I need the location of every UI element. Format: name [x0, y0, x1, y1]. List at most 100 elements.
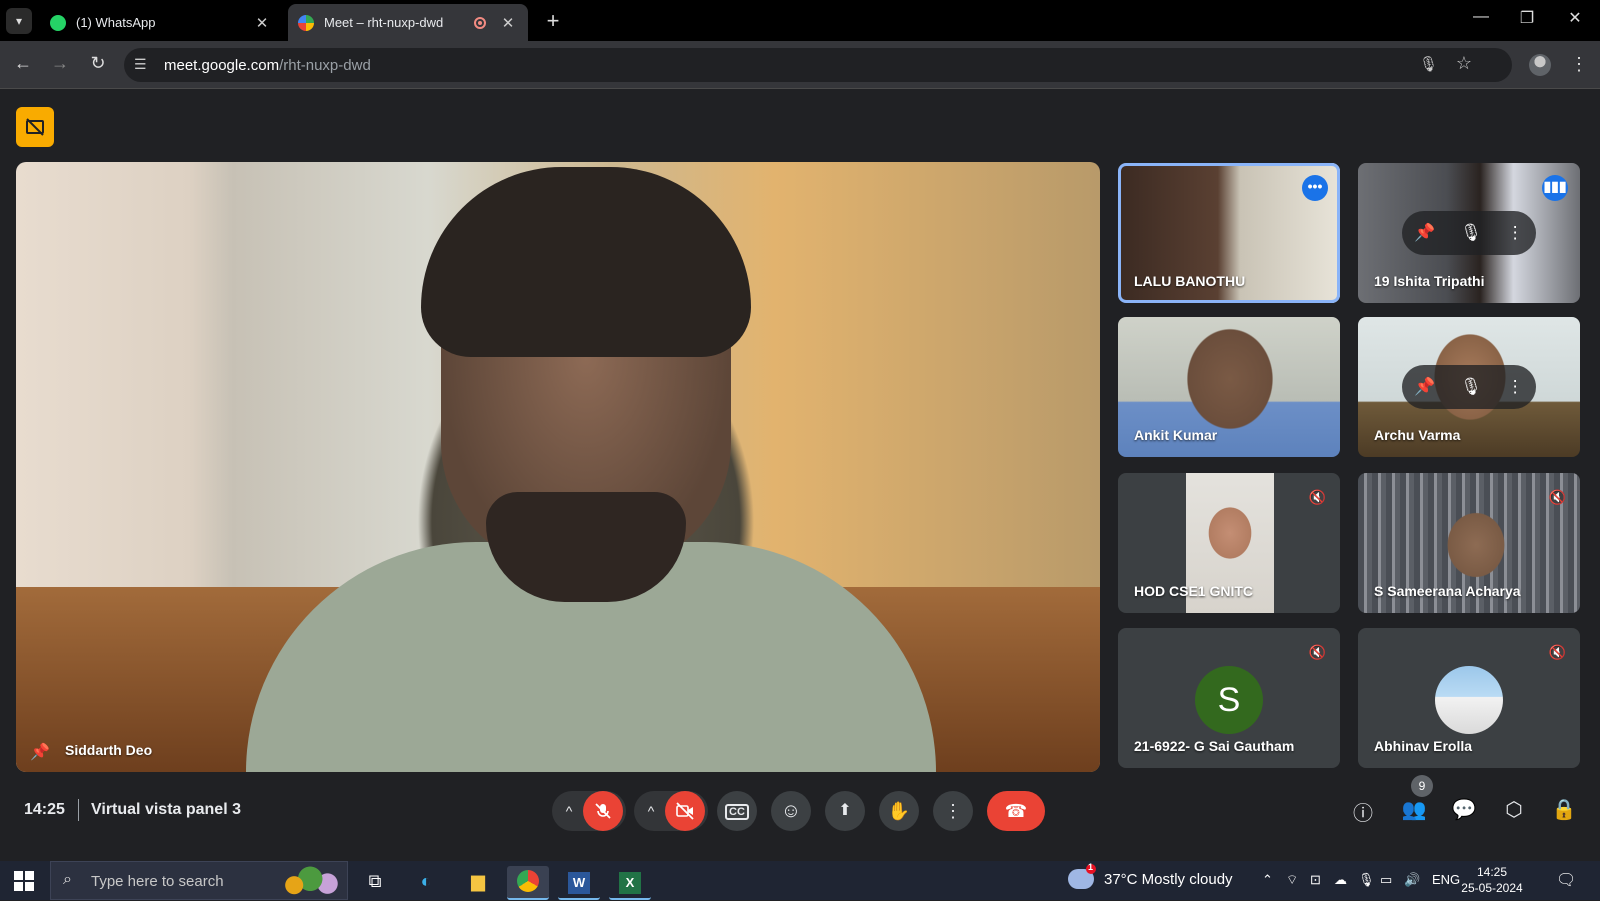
restore-icon[interactable]: ❐ [1512, 8, 1542, 28]
more-options-icon[interactable]: ⋮ [1507, 223, 1524, 243]
address-bar[interactable]: ☰ meet.google.com/rht-nuxp-dwd 🎙 ☆ [124, 48, 1512, 82]
battery-icon[interactable]: ▭ [1380, 872, 1392, 888]
participant-name: Archu Varma [1374, 427, 1461, 443]
reactions-button[interactable]: ☺ [771, 791, 811, 831]
more-options-button[interactable]: ⋮ [933, 791, 973, 831]
meet-now-icon[interactable]: ⊡ [1310, 872, 1321, 888]
muted-mic-icon: 🔇 [1308, 489, 1326, 505]
edge-icon[interactable]: ◐ [405, 866, 447, 896]
recording-icon [474, 16, 486, 29]
people-icon[interactable]: 👥 [1400, 797, 1428, 822]
mute-participant-icon[interactable]: 🎙 [1460, 377, 1482, 397]
file-explorer-icon[interactable]: ▆ [457, 866, 499, 896]
participant-tile[interactable]: Ankit Kumar [1118, 317, 1340, 457]
pin-icon[interactable]: 📌 [1414, 377, 1435, 397]
pin-icon[interactable]: 📌 [30, 742, 50, 762]
meeting-info-icon[interactable]: ⓘ [1349, 797, 1377, 826]
profile-avatar-icon[interactable] [1529, 54, 1551, 76]
participant-name: S Sameerana Acharya [1374, 583, 1521, 599]
participant-tile[interactable]: ••• LALU BANOTHU [1118, 163, 1340, 303]
windows-start-icon[interactable] [14, 871, 34, 891]
avatar [1435, 666, 1503, 734]
browser-toolbar: ← → ↻ ☰ meet.google.com/rht-nuxp-dwd 🎙 ☆… [0, 41, 1600, 89]
more-options-icon[interactable]: ⋮ [1507, 377, 1524, 397]
participant-tile[interactable]: 📌 🎙 ⋮ Archu Varma [1358, 317, 1580, 457]
audio-options-chevron-icon[interactable]: ^ [556, 791, 582, 831]
meeting-name: Virtual vista panel 3 [91, 801, 241, 818]
raise-hand-button[interactable]: ✋ [879, 791, 919, 831]
mic-in-use-icon[interactable]: 🎙 [1419, 55, 1438, 73]
video-options-chevron-icon[interactable]: ^ [638, 791, 664, 831]
participant-tile[interactable]: ▮▮▮ 📌 🎙 ⋮ 19 Ishita Tripathi [1358, 163, 1580, 303]
end-call-icon: ☎ [1004, 801, 1028, 821]
clock-time: 14:25 [1476, 865, 1508, 879]
participant-name: 21-6922- G Sai Gautham [1134, 738, 1295, 754]
participant-name: Abhinav Erolla [1374, 738, 1473, 754]
taskbar-clock[interactable]: 14:25 25-05-2024 [1460, 864, 1524, 896]
host-controls-icon[interactable]: 🔒 [1550, 797, 1578, 822]
browser-menu-icon[interactable]: ⋮ [1570, 54, 1588, 75]
back-icon[interactable]: ← [11, 53, 35, 74]
activities-icon[interactable]: ⬡ [1500, 797, 1528, 822]
present-screen-button[interactable]: ⬆ [825, 791, 865, 831]
present-icon: ⬆ [838, 802, 852, 819]
search-placeholder: Type here to search [91, 873, 224, 890]
url-host: meet.google.com [164, 57, 280, 74]
wifi-icon[interactable]: ⌔ [1286, 872, 1298, 888]
hand-icon: ✋ [887, 801, 911, 821]
word-icon[interactable]: W [558, 866, 600, 900]
avatar: S [1195, 666, 1263, 734]
reload-icon[interactable]: ↻ [86, 53, 110, 74]
onedrive-cloud-icon[interactable]: ☁ [1334, 872, 1347, 888]
taskbar-search-box[interactable]: ⌕ Type here to search [50, 861, 348, 900]
browser-tab-strip: ▾ (1) WhatsApp ✕ Meet – rht-nuxp-dwd ✕ +… [0, 0, 1600, 41]
bookmark-star-icon[interactable]: ☆ [1456, 53, 1472, 74]
url-path: /rht-nuxp-dwd [279, 57, 371, 74]
tab-whatsapp[interactable]: (1) WhatsApp ✕ [40, 4, 282, 41]
close-tab-icon[interactable]: ✕ [252, 14, 272, 32]
show-hidden-icons-chevron-icon[interactable]: ⌃ [1262, 872, 1273, 888]
mic-off-icon [595, 803, 611, 819]
task-view-icon[interactable]: ⧉ [354, 866, 396, 896]
main-speaker-tile[interactable]: 📌 Siddarth Deo [16, 162, 1100, 772]
participant-tile[interactable]: 🔇 Abhinav Erolla [1358, 628, 1580, 768]
whatsapp-icon [50, 14, 66, 31]
divider [78, 799, 79, 821]
new-tab-icon[interactable]: + [540, 8, 566, 34]
muted-mic-icon: 🔇 [1548, 489, 1566, 505]
tab-meet[interactable]: Meet – rht-nuxp-dwd ✕ [288, 4, 528, 41]
site-info-icon[interactable]: ☰ [134, 56, 147, 73]
forward-icon[interactable]: → [48, 53, 72, 74]
more-vert-icon: ⋮ [944, 801, 962, 821]
close-tab-icon[interactable]: ✕ [498, 14, 518, 32]
window-close-icon[interactable]: ✕ [1560, 8, 1590, 28]
tile-hover-controls: 📌 🎙 ⋮ [1402, 211, 1536, 255]
search-icon: ⌕ [63, 871, 72, 888]
participant-tile[interactable]: 🔇 S Sameerana Acharya [1358, 473, 1580, 613]
participant-tile[interactable]: 🔇 S 21-6922- G Sai Gautham [1118, 628, 1340, 768]
input-language[interactable]: ENG [1432, 872, 1460, 887]
participant-tile[interactable]: 🔇 HOD CSE1 GNITC [1118, 473, 1340, 613]
excel-icon[interactable]: X [609, 866, 651, 900]
mute-participant-icon[interactable]: 🎙 [1460, 223, 1482, 243]
muted-mic-icon: 🔇 [1308, 644, 1326, 660]
url-text[interactable]: meet.google.com/rht-nuxp-dwd [164, 57, 371, 74]
tab-search-dropdown-icon[interactable]: ▾ [6, 8, 32, 34]
captions-button[interactable]: CC [717, 791, 757, 831]
minimize-icon[interactable]: — [1466, 8, 1496, 26]
microphone-tray-icon[interactable]: 🎙 [1358, 872, 1375, 888]
meet-stage: 📌 Siddarth Deo ••• LALU BANOTHU ▮▮▮ 📌 🎙 … [0, 89, 1600, 861]
camera-off-icon [676, 802, 694, 820]
chat-icon[interactable]: 💬 [1450, 797, 1478, 822]
camera-off-button[interactable] [665, 791, 705, 831]
microphone-off-button[interactable] [583, 791, 623, 831]
visual-effects-badge-icon[interactable] [16, 107, 54, 147]
chrome-icon[interactable] [507, 866, 549, 900]
notifications-icon[interactable]: 🗨 [1556, 870, 1576, 890]
meeting-clock: 14:25 [24, 801, 65, 818]
volume-icon[interactable]: 🔊 [1404, 872, 1420, 888]
pin-icon[interactable]: 📌 [1414, 223, 1435, 243]
weather-text[interactable]: 37°C Mostly cloudy [1104, 871, 1233, 888]
tab-title: (1) WhatsApp [76, 15, 156, 30]
leave-call-button[interactable]: ☎ [987, 791, 1045, 831]
